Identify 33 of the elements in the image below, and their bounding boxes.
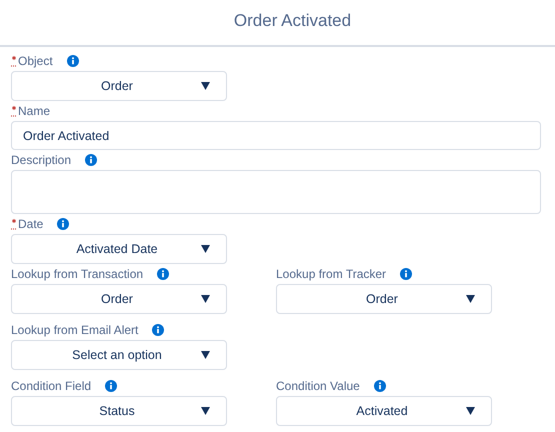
- caret-icon: [466, 295, 475, 303]
- field-label: Condition Value: [276, 378, 360, 395]
- field-label: Condition Field: [11, 378, 92, 395]
- dropdown-field[interactable]: Select an option: [11, 340, 227, 370]
- info-icon[interactable]: [105, 380, 118, 392]
- dropdown-field[interactable]: Order: [276, 284, 492, 314]
- caret-icon: [201, 407, 210, 415]
- field-label: Lookup from Transaction: [11, 266, 144, 283]
- info-icon[interactable]: [57, 218, 70, 230]
- caret-icon: [201, 245, 210, 253]
- info-icon[interactable]: [374, 380, 386, 392]
- caret-icon: [201, 295, 210, 303]
- info-icon[interactable]: [66, 55, 79, 67]
- name-input-field[interactable]: Order Activated: [11, 121, 541, 150]
- caret-icon: [201, 82, 210, 90]
- field-label: Description: [11, 152, 72, 169]
- caret-icon: [466, 407, 475, 415]
- field-label: Date: [18, 216, 44, 233]
- caret-icon: [201, 351, 210, 359]
- info-icon[interactable]: [152, 324, 164, 336]
- field-label: Lookup from Tracker: [276, 266, 386, 283]
- field-label: Object: [18, 53, 53, 70]
- info-icon[interactable]: [85, 154, 98, 166]
- info-icon[interactable]: [400, 268, 412, 280]
- dropdown-field[interactable]: Order: [11, 71, 227, 101]
- field-label: Lookup from Email Alert: [11, 322, 138, 339]
- dropdown-field[interactable]: Activated Date: [11, 234, 227, 264]
- dropdown-field[interactable]: Status: [11, 396, 227, 426]
- info-icon[interactable]: [157, 268, 170, 280]
- page-title: Order Activated: [234, 10, 352, 32]
- field-label: Name: [18, 103, 50, 120]
- dropdown-field[interactable]: Activated: [276, 396, 492, 426]
- dropdown-field[interactable]: Order: [11, 284, 227, 314]
